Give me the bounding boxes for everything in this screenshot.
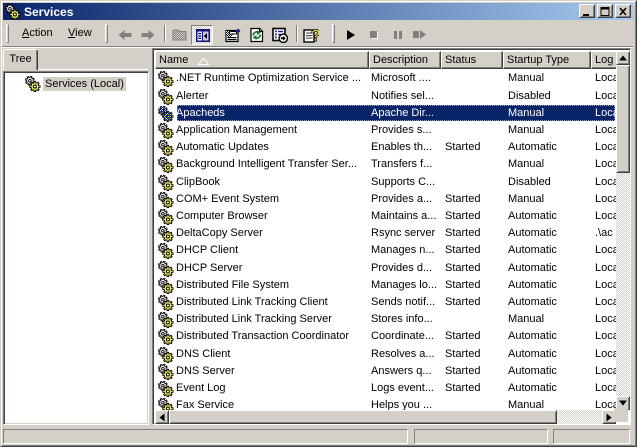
svg-text:?: ? [311,27,319,43]
